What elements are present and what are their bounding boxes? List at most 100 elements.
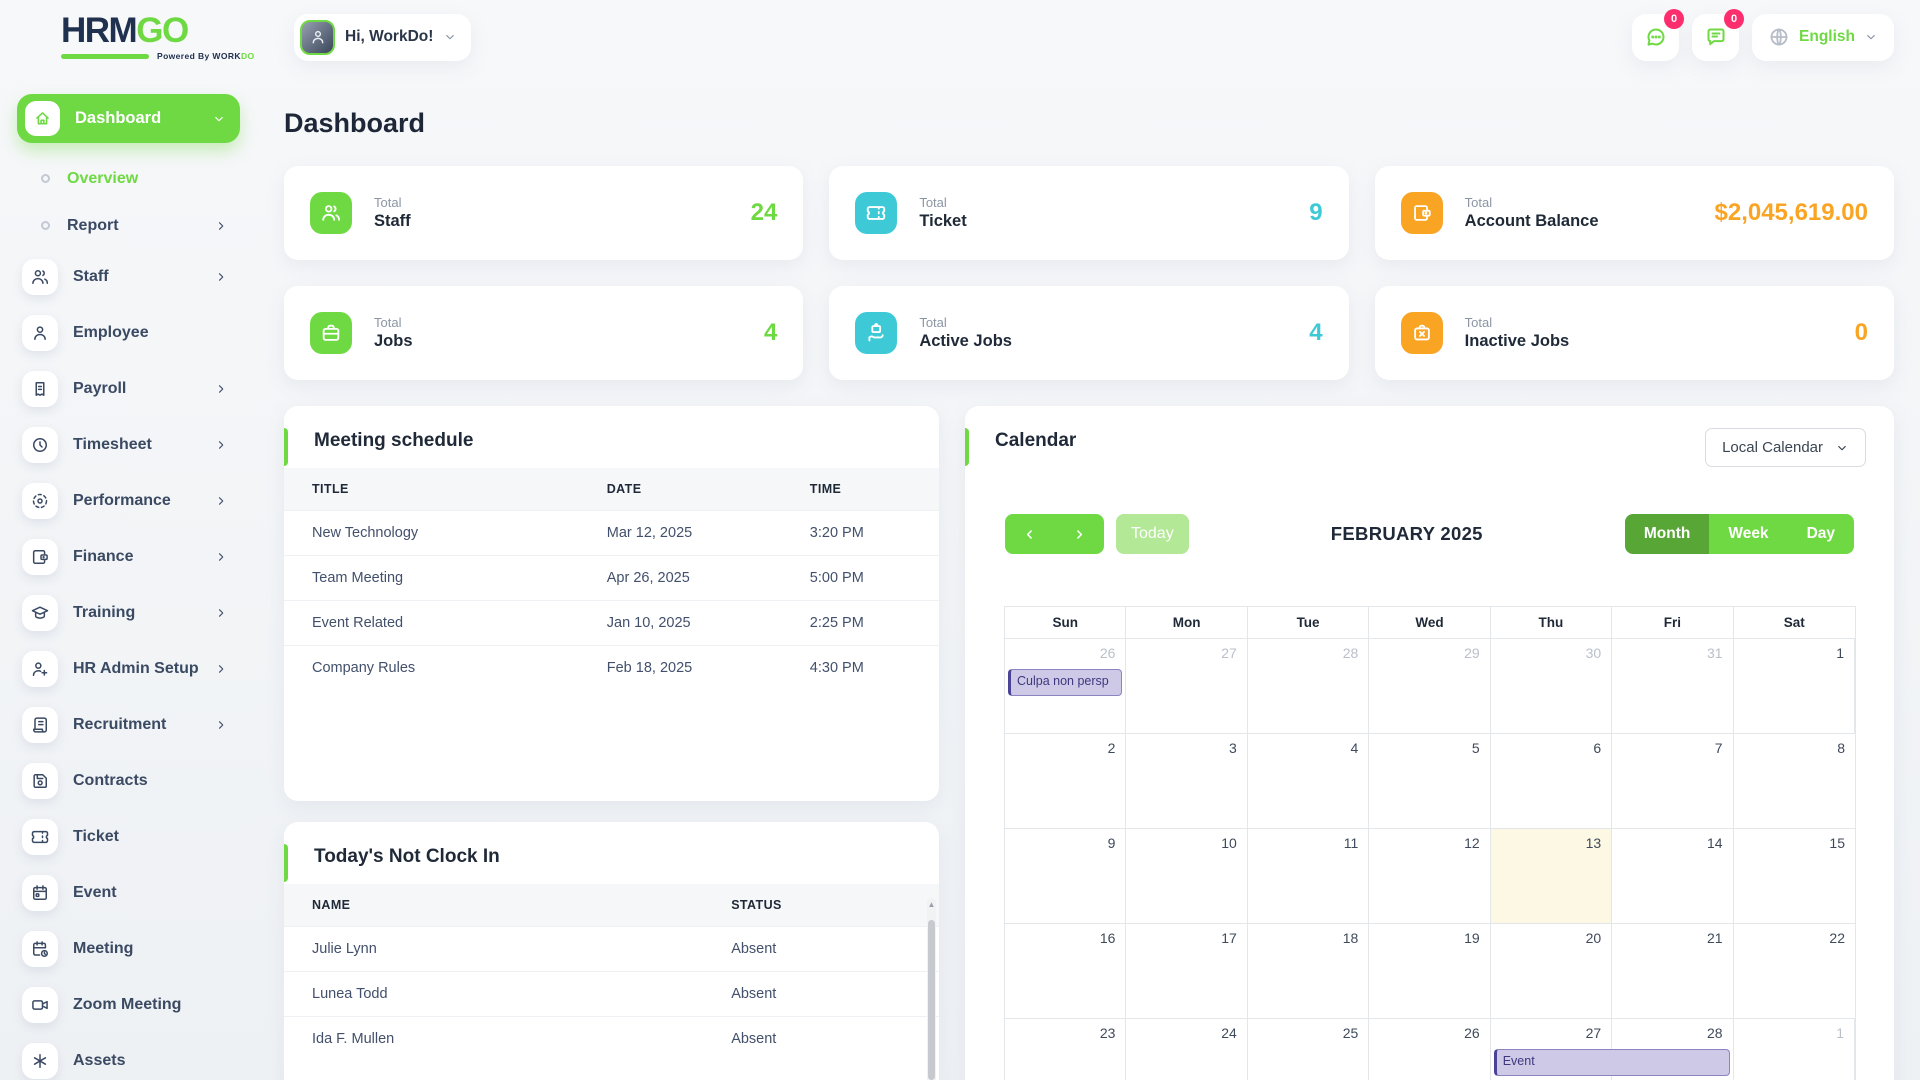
brand-logo[interactable]: HRMGO Powered By WORKDO <box>61 13 294 61</box>
calendar-day-cell[interactable]: 14 <box>1612 829 1733 923</box>
table-row: New TechnologyMar 12, 20253:20 PM <box>284 511 939 556</box>
sidebar-item-timesheet[interactable]: Timesheet <box>17 417 240 473</box>
language-label: English <box>1799 28 1855 46</box>
sidebar-item-performance[interactable]: Performance <box>17 473 240 529</box>
calendar-day-cell[interactable]: 12 <box>1369 829 1490 923</box>
day-number: 28 <box>1343 645 1359 661</box>
day-header-tue: Tue <box>1248 607 1369 638</box>
calendar-day-cell[interactable]: 22 <box>1734 924 1855 1018</box>
calendar-view-day[interactable]: Day <box>1788 514 1854 554</box>
sidebar-item-ticket[interactable]: Ticket <box>17 809 240 865</box>
calendar-day-cell-today[interactable]: 13 <box>1491 829 1612 923</box>
calendar-day-cell[interactable]: 1 <box>1734 639 1855 733</box>
calendar-day-cell[interactable]: 26 <box>1369 1019 1490 1080</box>
calendar-day-cell[interactable]: 23 <box>1005 1019 1126 1080</box>
calendar-event[interactable]: Culpa non persp <box>1008 669 1122 696</box>
notifications-button[interactable]: 0 <box>1692 14 1739 61</box>
sidebar-item-training[interactable]: Training <box>17 585 240 641</box>
sidebar-item-label: Contracts <box>73 772 148 790</box>
chat-icon <box>1644 25 1668 49</box>
license-icon <box>22 707 58 743</box>
stat-cards: Total Staff 24 Total Ticket 9 Total Acco… <box>284 166 1894 380</box>
calendar-day-cell[interactable]: 15 <box>1734 829 1855 923</box>
calendar-toolbar: Today FEBRUARY 2025 MonthWeekDay <box>1005 514 1854 554</box>
calendar-day-cell[interactable]: 4 <box>1248 734 1369 828</box>
sidebar: Dashboard Overview Report Staff Employee <box>0 74 282 1080</box>
table-scrollbar[interactable]: ▲ <box>927 898 936 1080</box>
sidebar-item-staff[interactable]: Staff <box>17 249 240 305</box>
stat-card-jobs: Total Jobs 4 <box>284 286 803 380</box>
sidebar-item-assets[interactable]: Assets <box>17 1033 240 1080</box>
language-select[interactable]: English <box>1752 14 1894 61</box>
calendar-day-cell[interactable]: 25 <box>1248 1019 1369 1080</box>
stat-prefix: Total <box>1465 195 1599 210</box>
calendar-next-button[interactable] <box>1055 514 1105 554</box>
sidebar-item-recruitment[interactable]: Recruitment <box>17 697 240 753</box>
calendar-day-cell[interactable]: 27 <box>1126 639 1247 733</box>
chevron-down-icon <box>212 112 226 126</box>
day-number: 27 <box>1586 1025 1602 1041</box>
calendar-view-switcher: MonthWeekDay <box>1625 514 1854 554</box>
table-cell: New Technology <box>284 511 579 556</box>
briefcase-x-icon <box>1401 312 1443 354</box>
calendar-view-week[interactable]: Week <box>1709 514 1787 554</box>
messages-button[interactable]: 0 <box>1632 14 1679 61</box>
table-header-row: TITLEDATETIME <box>284 468 939 511</box>
calendar-day-cell[interactable]: 2 <box>1005 734 1126 828</box>
calendar-day-cell[interactable]: 1 <box>1734 1019 1855 1080</box>
sidebar-item-meeting[interactable]: Meeting <box>17 921 240 977</box>
sidebar-item-payroll[interactable]: Payroll <box>17 361 240 417</box>
sidebar-item-contracts[interactable]: Contracts <box>17 753 240 809</box>
scrollbar-thumb[interactable] <box>928 920 935 1080</box>
calendar-prev-button[interactable] <box>1005 514 1055 554</box>
calendar-day-cell[interactable]: 11 <box>1248 829 1369 923</box>
stat-prefix: Total <box>919 315 1012 330</box>
calendar-day-cell[interactable]: 8 <box>1734 734 1855 828</box>
stat-prefix: Total <box>374 315 413 330</box>
table-cell: Event Related <box>284 601 579 646</box>
calendar-day-cell[interactable]: 10 <box>1126 829 1247 923</box>
chevron-right-icon <box>214 606 228 620</box>
sidebar-item-finance[interactable]: Finance <box>17 529 240 585</box>
chevron-right-icon <box>214 219 228 233</box>
calendar-source-select[interactable]: Local Calendar <box>1705 428 1866 467</box>
sidebar-item-hr-admin-setup[interactable]: HR Admin Setup <box>17 641 240 697</box>
calendar-day-cell[interactable]: 31 <box>1612 639 1733 733</box>
day-number: 14 <box>1707 835 1723 851</box>
calendar-day-cell[interactable]: 28 <box>1248 639 1369 733</box>
calendar-day-cell[interactable]: 5 <box>1369 734 1490 828</box>
stat-card-inactive-jobs: Total Inactive Jobs 0 <box>1375 286 1894 380</box>
meeting-schedule-table: TITLEDATETIME New TechnologyMar 12, 2025… <box>284 468 939 690</box>
calendar-week-row: 9 10 11 12 13 14 15 <box>1005 828 1855 923</box>
sidebar-item-report[interactable]: Report <box>17 202 240 249</box>
sidebar-item-zoom-meeting[interactable]: Zoom Meeting <box>17 977 240 1033</box>
calendar-day-cell[interactable]: 16 <box>1005 924 1126 1018</box>
calendar-day-cell[interactable]: 30 <box>1491 639 1612 733</box>
calendar-day-cell[interactable]: 6 <box>1491 734 1612 828</box>
stat-card-staff: Total Staff 24 <box>284 166 803 260</box>
sidebar-item-overview[interactable]: Overview <box>17 155 240 202</box>
ticket-icon <box>22 819 58 855</box>
calendar-day-cell[interactable]: 29 <box>1369 639 1490 733</box>
calendar-day-cell[interactable]: 20 <box>1491 924 1612 1018</box>
sidebar-item-employee[interactable]: Employee <box>17 305 240 361</box>
sidebar-item-event[interactable]: Event <box>17 865 240 921</box>
calendar-day-cell[interactable]: 9 <box>1005 829 1126 923</box>
sidebar-item-dashboard[interactable]: Dashboard <box>17 94 240 143</box>
main-content: Dashboard Total Staff 24 Total Ticket 9 … <box>282 74 1920 1080</box>
calendar-view-month[interactable]: Month <box>1625 514 1709 554</box>
calendar-day-cell[interactable]: 21 <box>1612 924 1733 1018</box>
calendar-event[interactable]: Event <box>1494 1049 1730 1076</box>
calendar-day-cell[interactable]: 17 <box>1126 924 1247 1018</box>
sidebar-item-label: Timesheet <box>73 436 152 454</box>
day-number: 26 <box>1100 645 1116 661</box>
calendar-day-cell[interactable]: 18 <box>1248 924 1369 1018</box>
user-menu[interactable]: Hi, WorkDo! <box>294 14 471 61</box>
calendar-day-cell[interactable]: 19 <box>1369 924 1490 1018</box>
calendar-today-button[interactable]: Today <box>1116 514 1189 554</box>
calendar-day-cell[interactable]: 24 <box>1126 1019 1247 1080</box>
day-number: 8 <box>1837 740 1845 756</box>
calendar-day-cell[interactable]: 7 <box>1612 734 1733 828</box>
calendar-day-cell[interactable]: 3 <box>1126 734 1247 828</box>
scrollbar-up-arrow[interactable]: ▲ <box>927 900 936 910</box>
